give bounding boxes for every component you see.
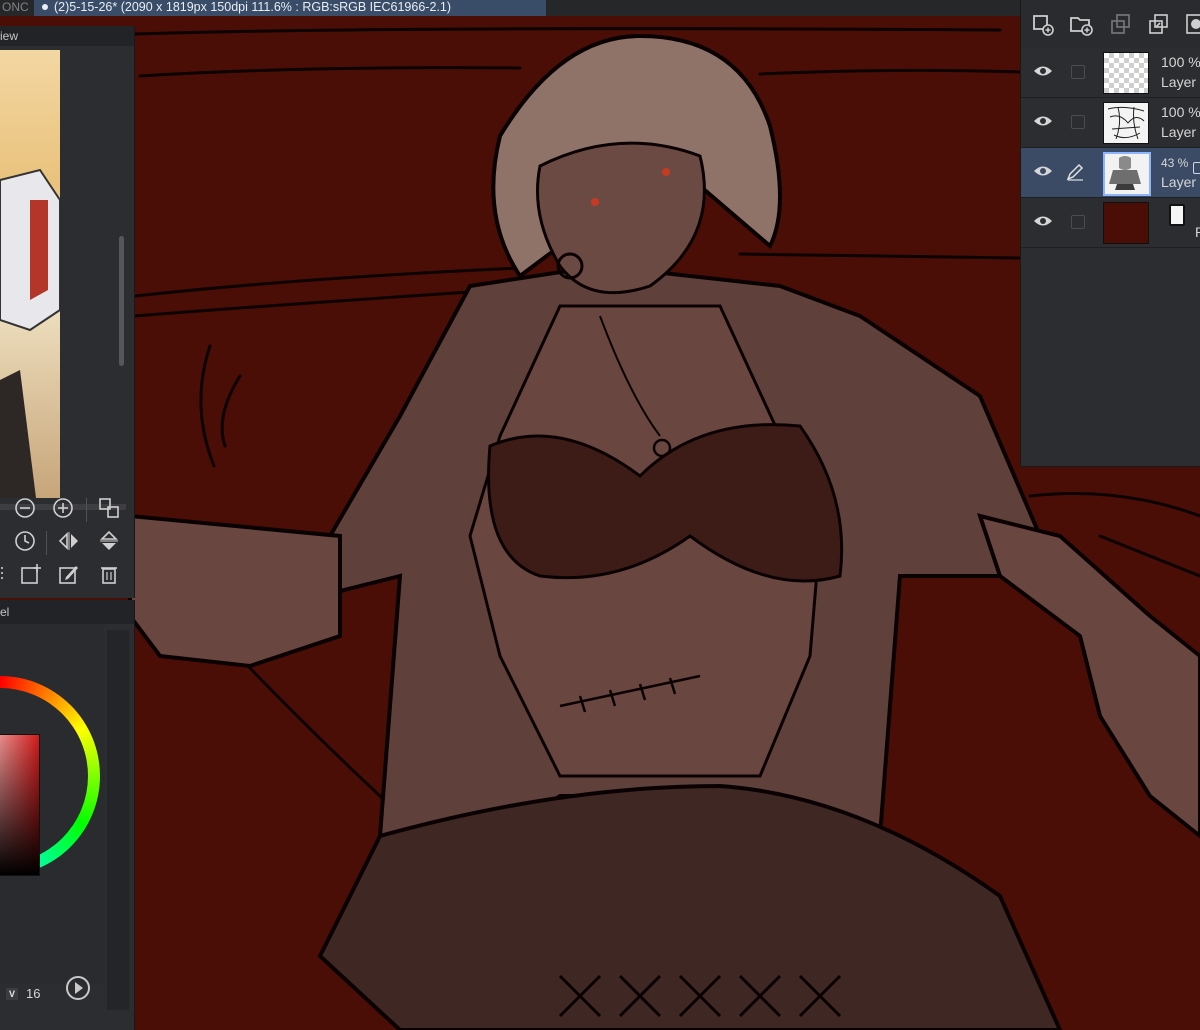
layer-select-checkbox[interactable]	[1071, 65, 1085, 79]
layer-select-checkbox[interactable]	[1071, 215, 1085, 229]
navigator-tools-row-3	[0, 561, 134, 593]
eye-icon[interactable]	[1033, 114, 1053, 128]
layer-row-1[interactable]: 100 % Layer	[1021, 48, 1200, 98]
layer-name: Layer	[1161, 174, 1197, 190]
delete-view-icon[interactable]	[96, 561, 122, 587]
new-layer-icon[interactable]	[1031, 12, 1055, 36]
fit-to-window-icon[interactable]	[96, 495, 122, 521]
tab-active-label: (2)5-15-26* (2090 x 1819px 150dpi 111.6%…	[54, 0, 451, 14]
flip-vertical-icon[interactable]	[96, 528, 122, 554]
brush-size-indicator: V 16	[6, 986, 40, 1001]
layer-thumbnail	[1103, 152, 1151, 196]
layer-row-3-selected[interactable]: 43 % Layer	[1021, 148, 1200, 198]
brush-size-value: 16	[26, 986, 41, 1001]
layer-thumbnail	[1103, 102, 1149, 144]
pen-icon	[1066, 163, 1084, 181]
zoom-out-icon[interactable]	[12, 495, 38, 521]
eye-icon[interactable]	[1033, 64, 1053, 78]
brush-size-mode-badge: V	[6, 988, 18, 1000]
layer-panel: 100 % Layer 100 % Layer 43 % Layer P	[1020, 0, 1200, 467]
add-view-icon[interactable]	[18, 561, 44, 587]
layer-row-paper[interactable]: P	[1021, 198, 1200, 248]
reference-preview-art	[0, 168, 60, 498]
eye-icon[interactable]	[1033, 214, 1053, 228]
layer-name: P	[1195, 224, 1200, 240]
new-folder-icon[interactable]	[1069, 12, 1093, 36]
layer-thumbnail	[1103, 52, 1149, 94]
eye-icon[interactable]	[1033, 164, 1053, 178]
edit-view-icon[interactable]	[56, 561, 82, 587]
navigator-preview[interactable]	[0, 50, 60, 498]
eye-right	[662, 168, 670, 176]
layer-select-checkbox[interactable]	[1071, 115, 1085, 129]
layer-opacity: 43 %	[1161, 156, 1189, 170]
tab-active-document[interactable]: (2)5-15-26* (2090 x 1819px 150dpi 111.6%…	[34, 0, 546, 16]
navigator-panel: iew	[0, 26, 135, 598]
layer-name: Layer	[1161, 74, 1197, 90]
settings-icon[interactable]	[0, 561, 20, 587]
layer-toolbar	[1021, 0, 1200, 48]
saturation-value-square[interactable]	[0, 734, 40, 876]
paper-layer-icon	[1169, 204, 1185, 226]
zoom-in-icon[interactable]	[50, 495, 76, 521]
copy-layer-icon[interactable]	[1109, 12, 1133, 36]
lock-icon[interactable]	[1193, 162, 1200, 174]
left-arm-shape	[128, 513, 342, 669]
layer-name: Layer	[1161, 124, 1197, 140]
color-panel-scrollbar[interactable]	[107, 630, 129, 1010]
layer-thumbnail	[1103, 202, 1149, 244]
face-shape	[536, 141, 706, 295]
navigator-tools-row-2	[0, 528, 134, 560]
layer-opacity: 100 %	[1161, 104, 1200, 120]
eye-left	[591, 198, 599, 206]
color-wheel-area	[0, 624, 104, 984]
merge-layer-icon[interactable]	[1147, 12, 1171, 36]
flip-horizontal-icon[interactable]	[56, 528, 82, 554]
modified-dot-icon	[42, 4, 48, 10]
pants-shape	[317, 783, 1063, 1030]
tab-inactive-document[interactable]: ONC	[0, 0, 32, 16]
layer-row-2[interactable]: 100 % Layer	[1021, 98, 1200, 148]
layer-mask-icon[interactable]	[1185, 12, 1200, 36]
navigator-scrollbar[interactable]	[119, 236, 124, 366]
layer-opacity: 100 %	[1161, 54, 1200, 70]
navigator-header: iew	[0, 26, 134, 46]
rotate-reset-icon[interactable]	[12, 528, 38, 554]
color-panel-header: el	[0, 600, 134, 624]
color-wheel-panel: el V 16	[0, 600, 135, 1030]
navigator-tools-row-1	[0, 495, 134, 527]
play-icon[interactable]	[66, 976, 90, 1000]
